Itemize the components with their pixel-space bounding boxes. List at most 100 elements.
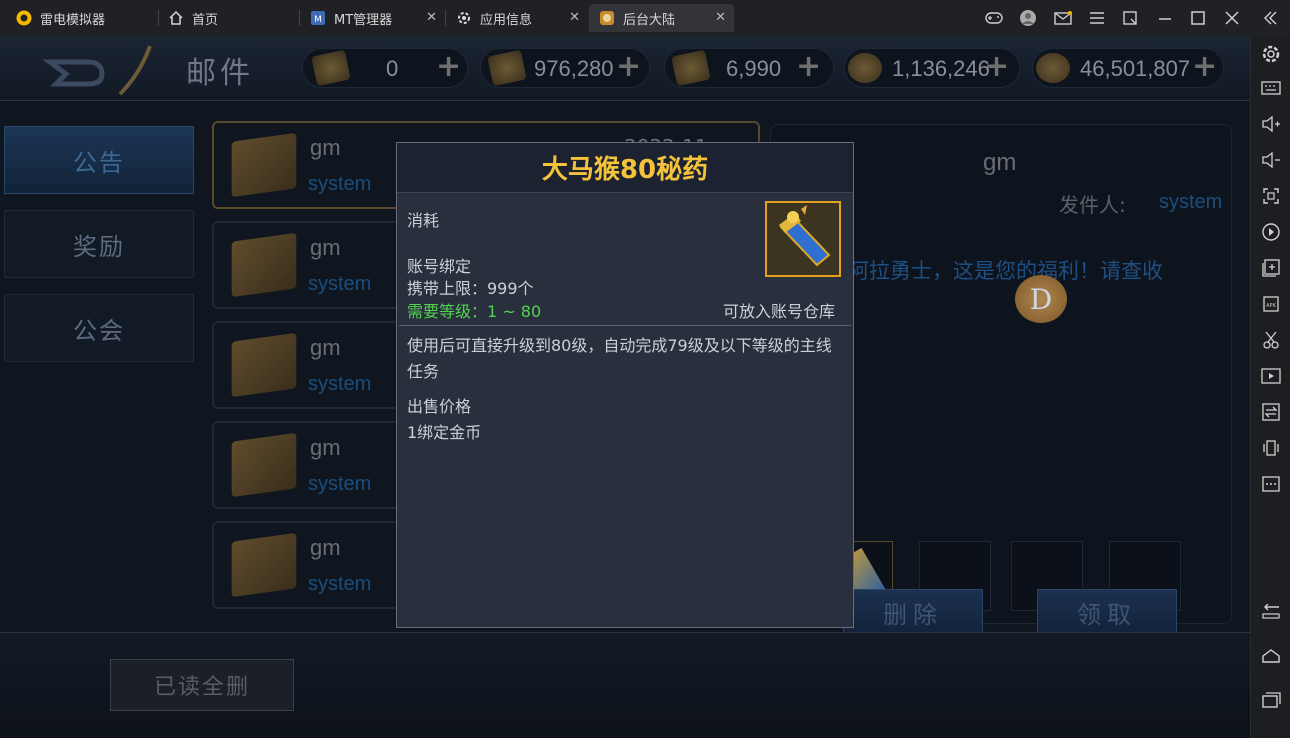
- mail-system-tag: system: [308, 373, 372, 395]
- item-name: 大马猴80秘药: [397, 143, 853, 193]
- record-video-icon[interactable]: [1259, 364, 1283, 388]
- emulator-toolbar: APK: [1250, 36, 1290, 738]
- keyboard-icon[interactable]: [1259, 76, 1283, 100]
- add-screen-icon[interactable]: [1259, 256, 1283, 280]
- resource-value: 976,280: [534, 56, 614, 81]
- resource-value: 1,136,246: [892, 56, 990, 81]
- minimize-icon[interactable]: [1155, 8, 1175, 28]
- mail-sender: gm: [310, 335, 341, 360]
- apk-install-icon[interactable]: APK: [1259, 292, 1283, 316]
- coin-icon: D: [1015, 275, 1067, 323]
- restore-window-icon[interactable]: [1120, 8, 1140, 28]
- resource-value: 6,990: [726, 56, 782, 81]
- home-icon: [168, 10, 184, 26]
- sell-price-value: 1绑定金币: [407, 423, 482, 442]
- tab-home[interactable]: 首页: [158, 4, 298, 32]
- claim-button[interactable]: 领取: [1037, 589, 1177, 635]
- envelope-icon: [231, 532, 297, 598]
- ldplayer-logo-icon: [16, 10, 32, 26]
- volume-down-icon[interactable]: [1259, 148, 1283, 172]
- tab-rewards[interactable]: 奖励: [4, 210, 194, 278]
- more-icon[interactable]: [1259, 472, 1283, 496]
- mail-sender: gm: [310, 135, 341, 160]
- resource-value: 46,501,807: [1080, 56, 1191, 81]
- mail-system-tag: system: [308, 473, 372, 495]
- divider: [399, 325, 851, 326]
- app-name-label: 雷电模拟器: [40, 12, 106, 28]
- shake-icon[interactable]: [1259, 436, 1283, 460]
- elixir-item-icon: [767, 203, 839, 275]
- sender-label: 发件人:: [1059, 193, 1126, 217]
- item-icon-frame: [765, 201, 841, 277]
- bound-gold-icon: [1036, 53, 1070, 83]
- mail-system-tag: system: [308, 273, 372, 295]
- volume-up-icon[interactable]: [1259, 112, 1283, 136]
- user-avatar-icon[interactable]: [1018, 8, 1038, 28]
- item-type: 消耗: [407, 211, 440, 230]
- gamepad-icon[interactable]: [984, 8, 1004, 28]
- back-arrow-icon[interactable]: [30, 44, 170, 98]
- mail-system-tag: system: [308, 173, 372, 195]
- delete-all-read-button[interactable]: 已读全删: [110, 659, 294, 711]
- item-tooltip-popup: 大马猴80秘药 消耗 账号绑定 携带上限：999个 需要等级：1 ~ 80 可放…: [396, 142, 854, 628]
- window-close-icon[interactable]: [1222, 8, 1242, 28]
- menu-icon[interactable]: [1087, 8, 1107, 28]
- game-app-icon: [599, 10, 615, 26]
- svg-text:APK: APK: [1266, 303, 1276, 309]
- recent-apps-icon[interactable]: [1259, 688, 1283, 712]
- close-icon[interactable]: ✕: [569, 10, 580, 25]
- game-viewport: 邮件 0 + 976,280 + 6,990 + 1,136,246 + 46,…: [0, 36, 1250, 738]
- storage-note: 可放入账号仓库: [723, 302, 836, 321]
- bottom-bar: 已读全删: [0, 632, 1250, 738]
- gold-coin-icon: [848, 53, 882, 83]
- svg-text:M: M: [314, 15, 322, 25]
- sender-value: system: [1159, 191, 1223, 213]
- back-icon[interactable]: [1259, 600, 1283, 624]
- close-icon[interactable]: ✕: [715, 10, 726, 25]
- mail-system-tag: system: [308, 573, 372, 595]
- tab-game-label: 后台大陆: [623, 12, 676, 28]
- add-resource-button[interactable]: +: [1192, 52, 1217, 82]
- close-icon[interactable]: ✕: [426, 10, 437, 25]
- tab-app-info-label: 应用信息: [480, 12, 533, 28]
- tab-home-label: 首页: [192, 12, 219, 28]
- bind-type: 账号绑定: [407, 257, 472, 276]
- mail-sender: gm: [310, 535, 341, 560]
- item-description: 使用后可直接升级到80级，自动完成79级及以下等级的主线任务: [407, 336, 832, 381]
- add-resource-button[interactable]: +: [984, 52, 1009, 82]
- sell-price-label: 出售价格: [407, 397, 472, 416]
- add-resource-button[interactable]: +: [436, 52, 461, 82]
- gear-icon: [456, 10, 472, 26]
- tab-game[interactable]: 后台大陆 ✕: [589, 4, 734, 32]
- app-title: 雷电模拟器: [6, 4, 156, 32]
- resource-value: 0: [386, 56, 399, 81]
- page-title: 邮件: [186, 56, 254, 91]
- scissors-icon[interactable]: [1259, 328, 1283, 352]
- mail-detail-title: gm: [983, 149, 1017, 176]
- mt-app-icon: M: [310, 10, 326, 26]
- mail-sender: gm: [310, 235, 341, 260]
- tab-app-info[interactable]: 应用信息 ✕: [446, 4, 588, 32]
- mail-icon[interactable]: [1053, 8, 1073, 28]
- fullscreen-icon[interactable]: [1259, 184, 1283, 208]
- add-resource-button[interactable]: +: [796, 52, 821, 82]
- home-button-icon[interactable]: [1259, 644, 1283, 668]
- sync-icon[interactable]: [1259, 400, 1283, 424]
- add-resource-button[interactable]: +: [616, 52, 641, 82]
- carry-limit: 携带上限：999个: [407, 279, 534, 298]
- collapse-sidebar-icon[interactable]: [1260, 8, 1280, 28]
- game-header: 邮件 0 + 976,280 + 6,990 + 1,136,246 + 46,…: [0, 36, 1250, 101]
- tab-guild[interactable]: 公会: [4, 294, 194, 362]
- tab-mt-manager[interactable]: M MT管理器 ✕: [300, 4, 445, 32]
- rotate-icon[interactable]: [1259, 220, 1283, 244]
- envelope-icon: [231, 432, 297, 498]
- delete-button[interactable]: 删除: [843, 589, 983, 635]
- envelope-icon: [231, 232, 297, 298]
- required-level: 需要等级：1 ~ 80: [407, 302, 542, 321]
- maximize-icon[interactable]: [1188, 8, 1208, 28]
- window-titlebar: 雷电模拟器 首页 M MT管理器 ✕ 应用信息 ✕ 后台大陆 ✕: [0, 0, 1290, 36]
- tab-mt-label: MT管理器: [334, 12, 393, 28]
- tab-announcement[interactable]: 公告: [4, 126, 194, 194]
- envelope-icon: [231, 332, 297, 398]
- settings-icon[interactable]: [1259, 42, 1283, 66]
